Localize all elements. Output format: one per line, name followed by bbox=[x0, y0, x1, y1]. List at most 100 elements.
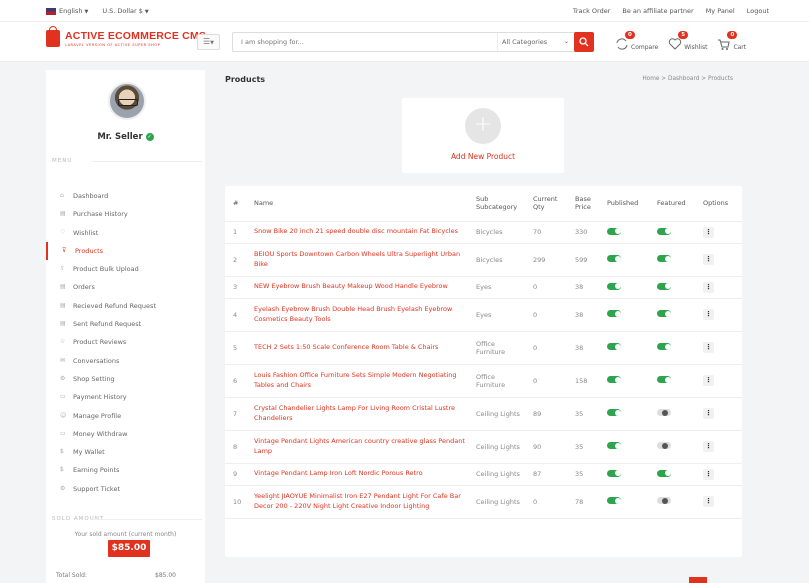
featured-toggle[interactable] bbox=[657, 442, 671, 449]
product-name-link[interactable]: BEIOU Sports Downtown Carbon Wheels Ultr… bbox=[250, 243, 472, 277]
logo[interactable]: ACTIVE ECOMMERCE CMS LARAVEL VERSION OF … bbox=[46, 26, 206, 47]
published-toggle[interactable] bbox=[607, 227, 621, 235]
featured-toggle[interactable] bbox=[657, 255, 671, 262]
options-button[interactable]: ⋮ bbox=[703, 408, 714, 419]
product-name-link[interactable]: Snow Bike 20 inch 21 speed double disc m… bbox=[250, 221, 472, 244]
search-input[interactable] bbox=[233, 33, 493, 51]
pagination-active-page[interactable] bbox=[689, 577, 707, 583]
options-button[interactable]: ⋮ bbox=[703, 375, 714, 386]
product-name-link[interactable]: Eyelash Eyebrow Brush Double Head Brush … bbox=[250, 298, 472, 332]
options-button[interactable]: ⋮ bbox=[703, 496, 714, 507]
sidebar-item-products[interactable]: ⊽ Products bbox=[46, 241, 205, 261]
options-cell: ⋮ bbox=[699, 331, 742, 365]
featured-toggle[interactable] bbox=[657, 376, 671, 383]
sidebar-item-label: Products bbox=[75, 246, 104, 255]
published-toggle[interactable] bbox=[607, 442, 621, 449]
published-toggle[interactable] bbox=[607, 376, 621, 383]
product-name-link[interactable]: Yeelight JIAOYUE Minimalist Iron E27 Pen… bbox=[250, 485, 472, 519]
options-button[interactable]: ⋮ bbox=[703, 441, 714, 452]
products-table-card: # Name Sub Subcategory Current Qty Base … bbox=[225, 186, 742, 557]
sidebar-item-sent-refund-request[interactable]: ▤ Sent Refund Request bbox=[46, 315, 205, 333]
sidebar-item-label: Support Ticket bbox=[73, 484, 120, 493]
menu-item-icon: ✉ bbox=[60, 356, 66, 364]
shopping-bag-icon bbox=[46, 26, 60, 47]
featured-cell bbox=[653, 430, 699, 464]
search-bar: All Categories⌄ bbox=[232, 32, 592, 52]
published-toggle[interactable] bbox=[607, 497, 621, 504]
published-toggle[interactable] bbox=[607, 409, 621, 416]
featured-toggle[interactable] bbox=[657, 409, 671, 416]
qty-cell: 0 bbox=[529, 276, 571, 299]
product-name-link[interactable]: TECH 2 Sets 1:50 Scale Conference Room T… bbox=[250, 331, 472, 365]
sidebar-item-my-wallet[interactable]: $ My Wallet bbox=[46, 443, 205, 461]
featured-toggle[interactable] bbox=[657, 469, 671, 477]
menu-item-icon: ⊽ bbox=[62, 246, 67, 254]
options-button[interactable]: ⋮ bbox=[703, 226, 714, 238]
compare-button[interactable]: 0 Compare bbox=[615, 31, 658, 51]
published-toggle[interactable] bbox=[607, 343, 621, 350]
featured-toggle[interactable] bbox=[657, 282, 671, 290]
table-row: 4 Eyelash Eyebrow Brush Double Head Brush… bbox=[225, 298, 742, 332]
sidebar-item-label: Dashboard bbox=[73, 192, 109, 200]
price-cell: 35 bbox=[571, 463, 603, 486]
my-panel-link[interactable]: My Panel bbox=[706, 7, 735, 15]
featured-toggle[interactable] bbox=[657, 310, 671, 317]
price-cell: 330 bbox=[571, 221, 603, 244]
wishlist-button[interactable]: 5 Wishlist bbox=[668, 31, 707, 51]
add-new-product-card[interactable]: + Add New Product bbox=[402, 98, 564, 173]
table-row: 9 Vintage Pendant Lamp Iron Loft Nordic P… bbox=[225, 463, 742, 486]
sidebar-item-orders[interactable]: ▤ Orders bbox=[46, 278, 205, 296]
sidebar-item-recieved-refund-request[interactable]: ▤ Recieved Refund Request bbox=[46, 297, 205, 315]
search-button[interactable] bbox=[574, 32, 594, 52]
sidebar-item-conversations[interactable]: ✉ Conversations bbox=[46, 352, 205, 370]
options-button[interactable]: ⋮ bbox=[703, 342, 714, 353]
affiliate-link[interactable]: Be an affiliate partner bbox=[622, 7, 693, 15]
featured-toggle[interactable] bbox=[657, 343, 671, 350]
published-toggle[interactable] bbox=[607, 469, 621, 477]
sidebar-item-payment-history[interactable]: ▭ Payment History bbox=[46, 388, 205, 406]
qty-cell: 0 bbox=[529, 364, 571, 398]
sidebar-item-label: Sent Refund Request bbox=[73, 320, 142, 329]
published-toggle[interactable] bbox=[607, 282, 621, 290]
sidebar-item-shop-setting[interactable]: ⚙ Shop Setting bbox=[46, 370, 205, 388]
published-toggle[interactable] bbox=[607, 310, 621, 317]
category-menu-toggle[interactable]: ☰▼ bbox=[197, 34, 220, 50]
track-order-link[interactable]: Track Order bbox=[573, 7, 611, 15]
product-name-link[interactable]: Crystal Chandelier Lights Lamp For Livin… bbox=[250, 397, 472, 431]
qty-cell: 299 bbox=[529, 243, 571, 277]
product-name-link[interactable]: Vintage Pendant Lights American country … bbox=[250, 430, 472, 464]
price-cell: 78 bbox=[571, 485, 603, 519]
sidebar-item-manage-profile[interactable]: ☺ Manage Profile bbox=[46, 407, 205, 425]
compare-count-badge: 0 bbox=[625, 31, 635, 39]
published-toggle[interactable] bbox=[607, 255, 621, 262]
sidebar-item-product-reviews[interactable]: ☆ Product Reviews bbox=[46, 333, 205, 351]
sidebar-item-wishlist[interactable]: ♡ Wishlist bbox=[46, 224, 205, 242]
featured-toggle[interactable] bbox=[657, 227, 671, 235]
breadcrumb[interactable]: Home > Dashboard > Products bbox=[642, 76, 733, 82]
sidebar-item-money-withdraw[interactable]: ▭ Money Withdraw bbox=[46, 425, 205, 443]
sidebar-item-purchase-history[interactable]: ▤ Purchase History bbox=[46, 205, 205, 223]
category-select[interactable]: All Categories ⌄ bbox=[497, 33, 571, 51]
product-name-link[interactable]: NEW Eyebrow Brush Beauty Makeup Wood Han… bbox=[250, 276, 472, 299]
options-button[interactable]: ⋮ bbox=[703, 254, 714, 265]
sidebar-item-label: Recieved Refund Request bbox=[73, 301, 156, 310]
chevron-down-icon: ⌄ bbox=[563, 38, 569, 45]
sidebar-item-dashboard[interactable]: ⌂ Dashboard bbox=[46, 187, 205, 205]
featured-toggle[interactable] bbox=[657, 497, 671, 504]
language-selector[interactable]: English ▼ bbox=[46, 7, 88, 15]
cart-button[interactable]: 0 Cart bbox=[717, 31, 746, 51]
sidebar-item-support-ticket[interactable]: ⚙ Support Ticket bbox=[46, 480, 205, 498]
product-name-link[interactable]: Vintage Pendant Lamp Iron Loft Nordic Po… bbox=[250, 463, 472, 486]
options-cell: ⋮ bbox=[699, 430, 742, 464]
sidebar-item-earning-points[interactable]: $ Earning Points bbox=[46, 461, 205, 479]
options-button[interactable]: ⋮ bbox=[703, 309, 714, 320]
logout-link[interactable]: Logout bbox=[747, 7, 769, 15]
product-name-link[interactable]: Louis Fashion Office Furniture Sets Simp… bbox=[250, 364, 472, 398]
menu-item-icon: ⇪ bbox=[60, 265, 66, 273]
options-button[interactable]: ⋮ bbox=[703, 281, 714, 293]
featured-cell bbox=[653, 276, 699, 299]
currency-selector[interactable]: U.S. Dollar $ ▼ bbox=[102, 7, 148, 15]
sidebar-item-product-bulk-upload[interactable]: ⇪ Product Bulk Upload bbox=[46, 260, 205, 278]
row-number: 10 bbox=[225, 485, 250, 519]
options-button[interactable]: ⋮ bbox=[703, 468, 714, 480]
